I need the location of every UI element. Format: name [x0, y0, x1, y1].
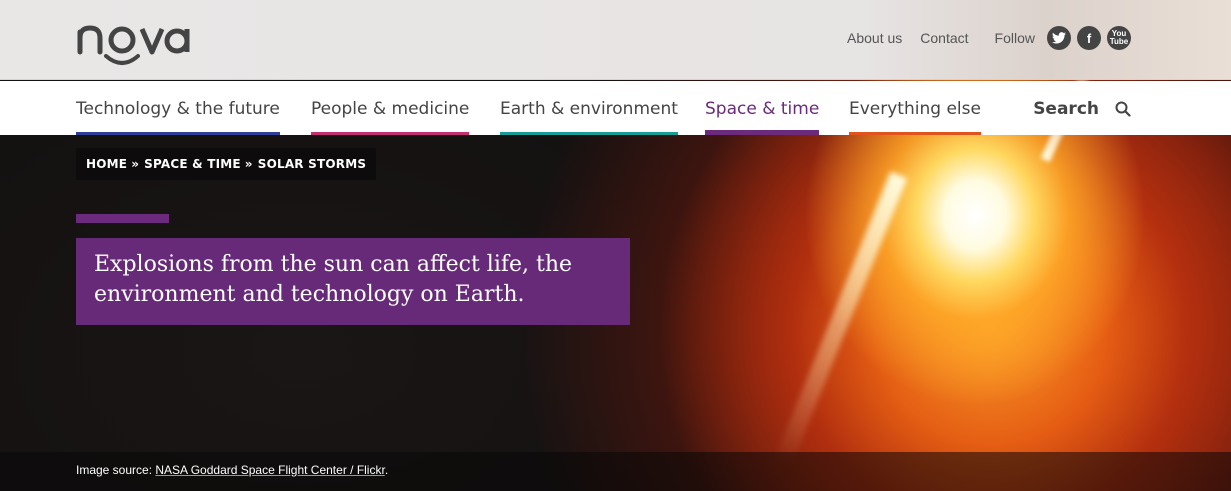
nav-label: Earth & environment	[500, 99, 678, 119]
nav-underline	[705, 130, 820, 135]
top-header: About us Contact Follow f You Tube	[0, 0, 1231, 80]
nav-underline	[500, 132, 678, 135]
nav-label: Everything else	[849, 99, 981, 119]
image-caption: Image source: NASA Goddard Space Flight …	[0, 452, 1231, 491]
nav-underline	[849, 132, 981, 135]
image-source-link[interactable]: NASA Goddard Space Flight Center / Flick…	[155, 463, 384, 477]
nav-everything-else[interactable]: Everything else	[849, 81, 981, 135]
facebook-icon[interactable]: f	[1077, 26, 1101, 50]
nav-technology[interactable]: Technology & the future	[76, 81, 280, 135]
nav-underline	[76, 132, 280, 135]
nova-logo-mark	[77, 25, 190, 65]
breadcrumb-home[interactable]: HOME	[86, 157, 127, 171]
search-icon	[1115, 101, 1131, 117]
contact-link[interactable]: Contact	[920, 30, 968, 46]
breadcrumb: HOME » SPACE & TIME » SOLAR STORMS	[76, 148, 377, 180]
nav-earth-environment[interactable]: Earth & environment	[500, 81, 678, 135]
nav-space-time[interactable]: Space & time	[705, 81, 820, 135]
caption-suffix: .	[384, 463, 389, 477]
caption-prefix: Image source:	[76, 463, 156, 477]
nav-label: Technology & the future	[76, 99, 280, 119]
breadcrumb-space-time[interactable]: SPACE & TIME	[144, 157, 241, 171]
page-title: Explosions from the sun can affect life,…	[76, 238, 630, 325]
breadcrumb-solar-storms: SOLAR STORMS	[257, 157, 367, 171]
breadcrumb-separator: »	[244, 157, 253, 171]
main-nav: Technology & the future People & medicin…	[0, 81, 1231, 135]
nav-underline	[311, 132, 470, 135]
utility-links: About us Contact Follow f You Tube	[829, 26, 1131, 50]
search-label: Search	[1033, 99, 1099, 119]
nav-label: Space & time	[705, 99, 820, 119]
about-us-link[interactable]: About us	[847, 30, 902, 46]
nav-label: People & medicine	[311, 99, 470, 119]
follow-label: Follow	[994, 30, 1035, 46]
search-button[interactable]: Search	[1033, 81, 1131, 135]
twitter-icon[interactable]	[1047, 26, 1071, 50]
nav-people-medicine[interactable]: People & medicine	[311, 81, 470, 135]
breadcrumb-separator: »	[131, 157, 140, 171]
nova-logo[interactable]	[76, 12, 196, 68]
youtube-icon[interactable]: You Tube	[1107, 26, 1131, 50]
title-accent-bar	[76, 214, 169, 223]
